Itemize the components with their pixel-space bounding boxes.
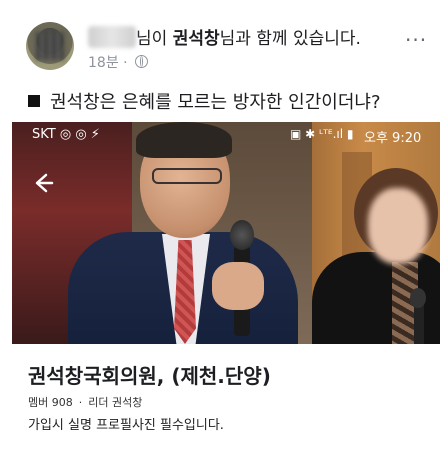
author-name-blurred[interactable] xyxy=(88,26,136,48)
microphone2-head xyxy=(410,288,426,308)
post-timestamp[interactable]: 18분 xyxy=(88,55,119,71)
meta-separator: · xyxy=(123,55,128,71)
man-hand xyxy=(212,262,264,310)
more-options-icon[interactable]: ... xyxy=(405,22,427,46)
tagged-user-link[interactable]: 권석창 xyxy=(173,29,220,49)
woman-face-blurred xyxy=(368,188,428,264)
status-time: 오후 9:20 xyxy=(364,131,422,146)
black-square-icon xyxy=(28,95,40,107)
facebook-post: 님이 권석창님과 함께 있습니다. ... 18분 · 권석창은 은혜를 모르는… xyxy=(0,0,448,452)
public-globe-icon xyxy=(135,55,149,68)
status-icons: ▣ ✱ ᴸᵀᴱ.ıl ▮ xyxy=(290,127,354,141)
phone-status-bar: SKT ◎ ◎ ⚡ ▣ ✱ ᴸᵀᴱ.ıl ▮ 오후 9:20 xyxy=(12,122,440,148)
group-description: 가입시 실명 프로필사진 필수입니다. xyxy=(28,418,224,433)
group-leader: 리더 권석창 xyxy=(88,396,143,409)
arrow-left-icon[interactable] xyxy=(30,170,56,196)
microphone2-body xyxy=(414,304,424,344)
group-meta-separator: · xyxy=(78,396,83,409)
shared-screenshot-image[interactable]: SKT ◎ ◎ ⚡ ▣ ✱ ᴸᵀᴱ.ıl ▮ 오후 9:20 xyxy=(12,122,440,344)
group-member-count: 멤버 908 xyxy=(28,396,73,409)
notification-icons: ◎ ◎ ⚡ xyxy=(59,127,100,142)
avatar-blur xyxy=(36,32,64,60)
group-title[interactable]: 권석창국회의원, (제천.단양) xyxy=(28,360,271,389)
author-suffix: 님이 xyxy=(136,29,168,49)
carrier-label: SKT ◎ ◎ ⚡ xyxy=(32,127,100,142)
microphone-head xyxy=(230,220,254,250)
with-text: 님과 함께 있습니다. xyxy=(219,29,361,49)
man-glasses xyxy=(152,168,222,184)
post-body: 권석창은 은혜를 모르는 방자한 인간이더냐? xyxy=(28,88,381,114)
carrier-text: SKT xyxy=(32,127,56,142)
post-header: 님이 권석창님과 함께 있습니다. xyxy=(88,24,408,50)
post-text: 권석창은 은혜를 모르는 방자한 인간이더냐? xyxy=(50,92,381,113)
group-meta: 멤버 908 · 리더 권석창 xyxy=(28,394,142,410)
author-avatar[interactable] xyxy=(26,22,74,70)
post-meta: 18분 · xyxy=(88,52,149,72)
